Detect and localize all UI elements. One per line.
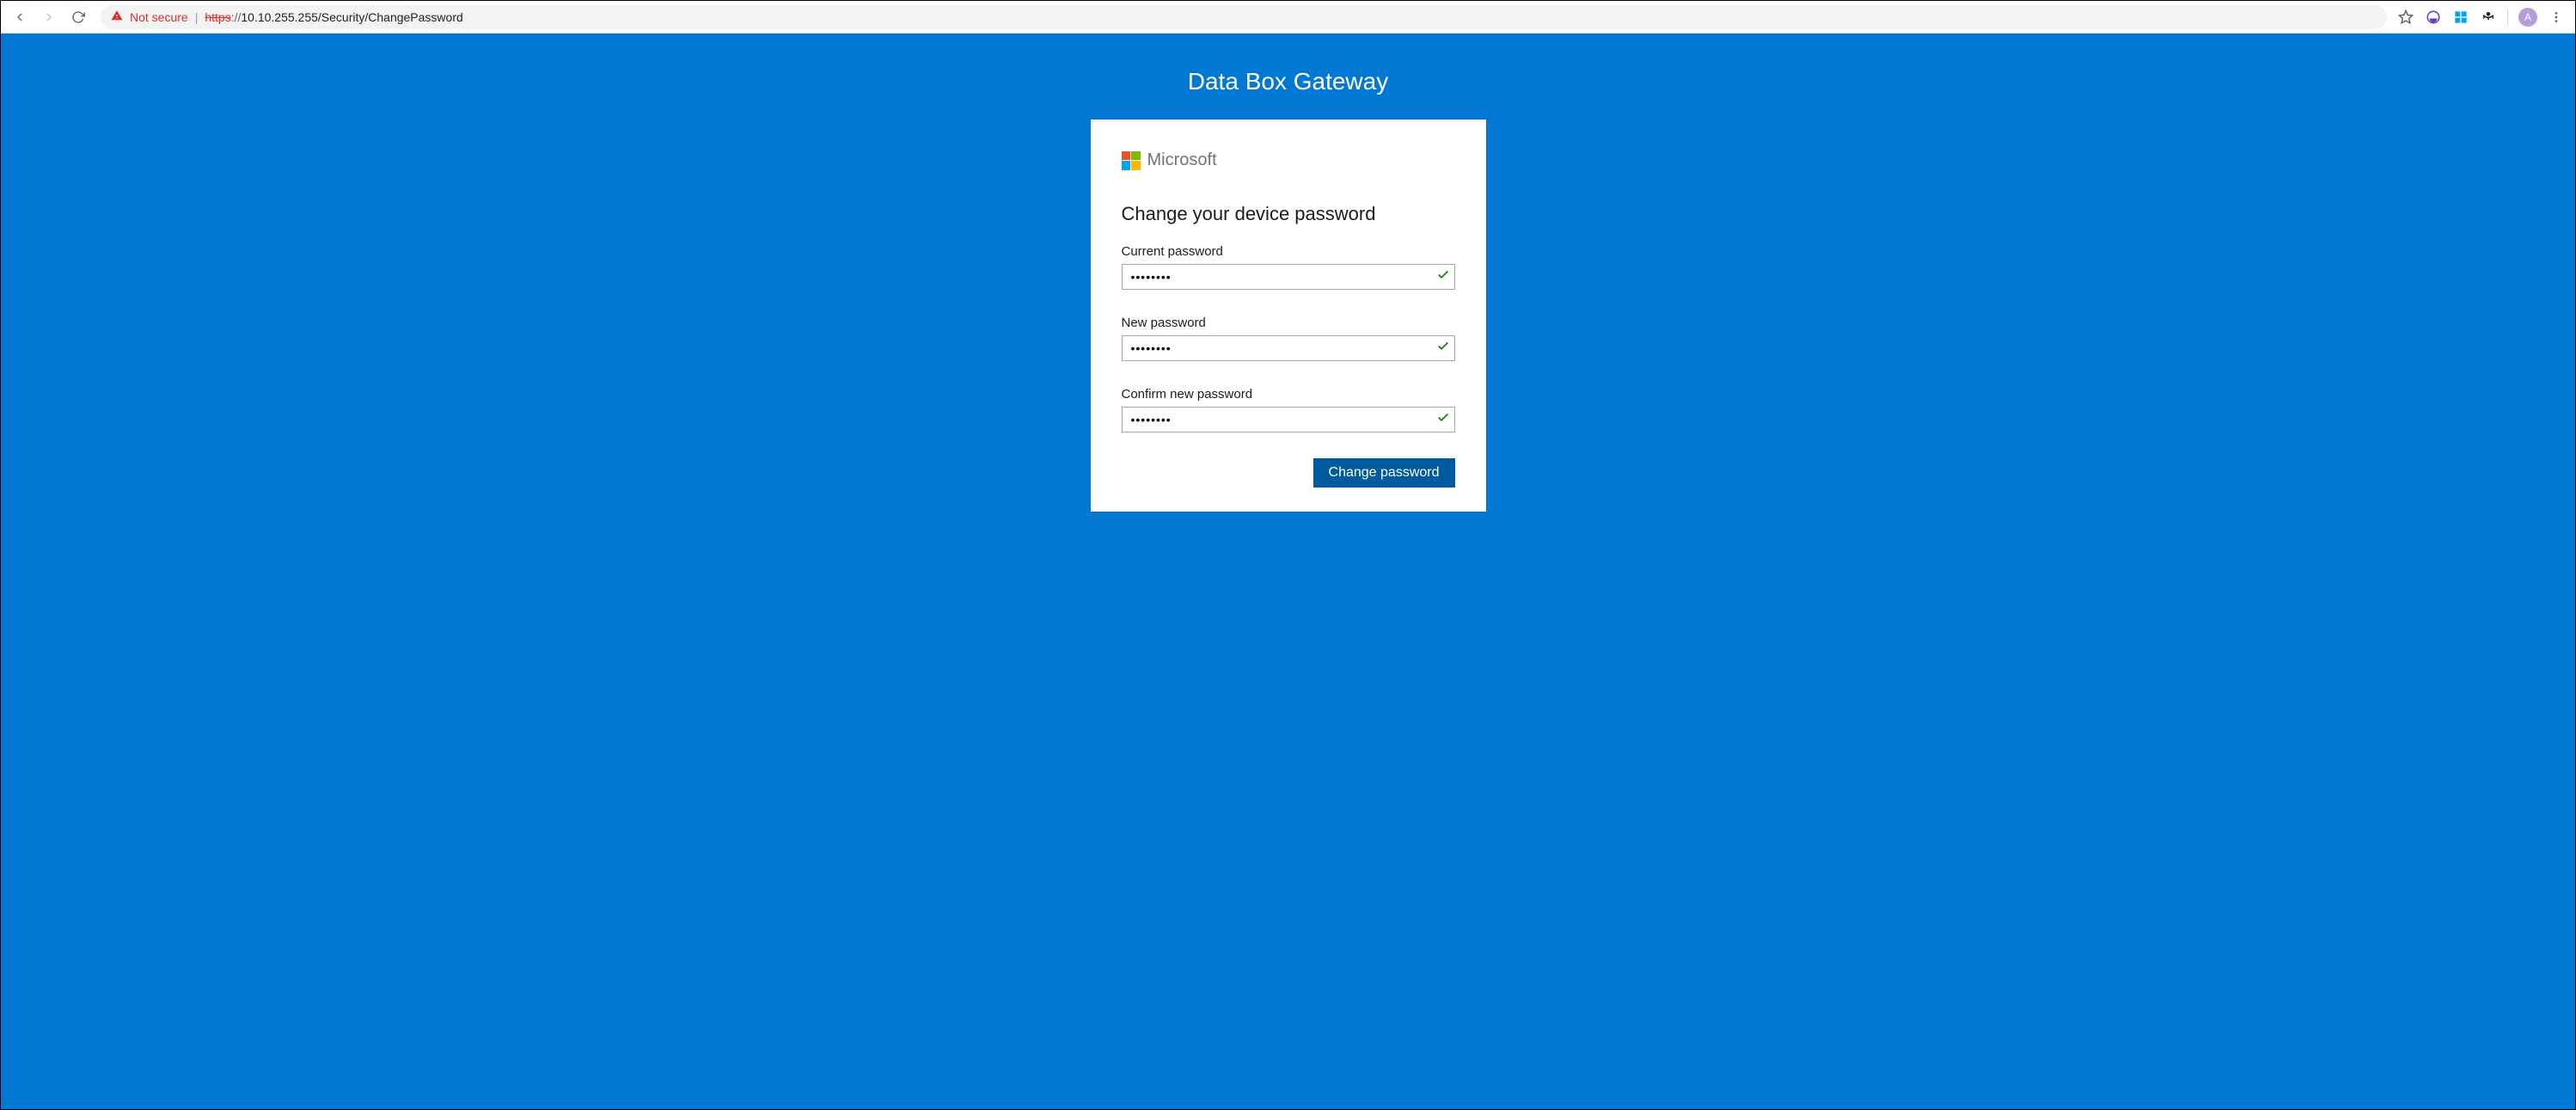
page-title: Data Box Gateway bbox=[1188, 68, 1388, 95]
page-body: Data Box Gateway Microsoft Change your d… bbox=[1, 34, 2575, 1109]
browser-toolbar: Not secure | https://10.10.255.255/Secur… bbox=[1, 1, 2575, 34]
current-password-label: Current password bbox=[1122, 244, 1455, 259]
profile-avatar[interactable]: A bbox=[2518, 8, 2537, 27]
extension-circle-icon[interactable] bbox=[2425, 9, 2442, 26]
confirm-password-input[interactable] bbox=[1122, 407, 1455, 432]
windows-grid-icon[interactable] bbox=[2452, 9, 2469, 26]
back-button[interactable] bbox=[8, 5, 32, 29]
extension-eye-icon[interactable] bbox=[2480, 9, 2497, 26]
bookmark-star-icon[interactable] bbox=[2397, 9, 2414, 26]
brand-row: Microsoft bbox=[1122, 150, 1455, 170]
forward-button[interactable] bbox=[37, 5, 61, 29]
change-password-button[interactable]: Change password bbox=[1313, 458, 1455, 488]
toolbar-divider bbox=[2507, 9, 2508, 26]
change-password-card: Microsoft Change your device password Cu… bbox=[1091, 120, 1486, 512]
confirm-password-label: Confirm new password bbox=[1122, 387, 1455, 402]
new-password-input[interactable] bbox=[1122, 335, 1455, 361]
url-text: https://10.10.255.255/Security/ChangePas… bbox=[205, 10, 462, 24]
checkmark-icon bbox=[1436, 340, 1450, 358]
current-password-input[interactable] bbox=[1122, 264, 1455, 290]
new-password-label: New password bbox=[1122, 316, 1455, 330]
separator: | bbox=[195, 10, 199, 24]
reload-button[interactable] bbox=[66, 5, 90, 29]
checkmark-icon bbox=[1436, 411, 1450, 429]
form-heading: Change your device password bbox=[1122, 203, 1455, 225]
not-secure-label: Not secure bbox=[130, 10, 188, 24]
address-bar[interactable]: Not secure | https://10.10.255.255/Secur… bbox=[101, 5, 2387, 29]
microsoft-logo-icon bbox=[1122, 151, 1141, 170]
warning-icon bbox=[111, 9, 123, 24]
menu-kebab-icon[interactable] bbox=[2548, 9, 2565, 26]
checkmark-icon bbox=[1436, 268, 1450, 286]
brand-text: Microsoft bbox=[1147, 150, 1217, 170]
